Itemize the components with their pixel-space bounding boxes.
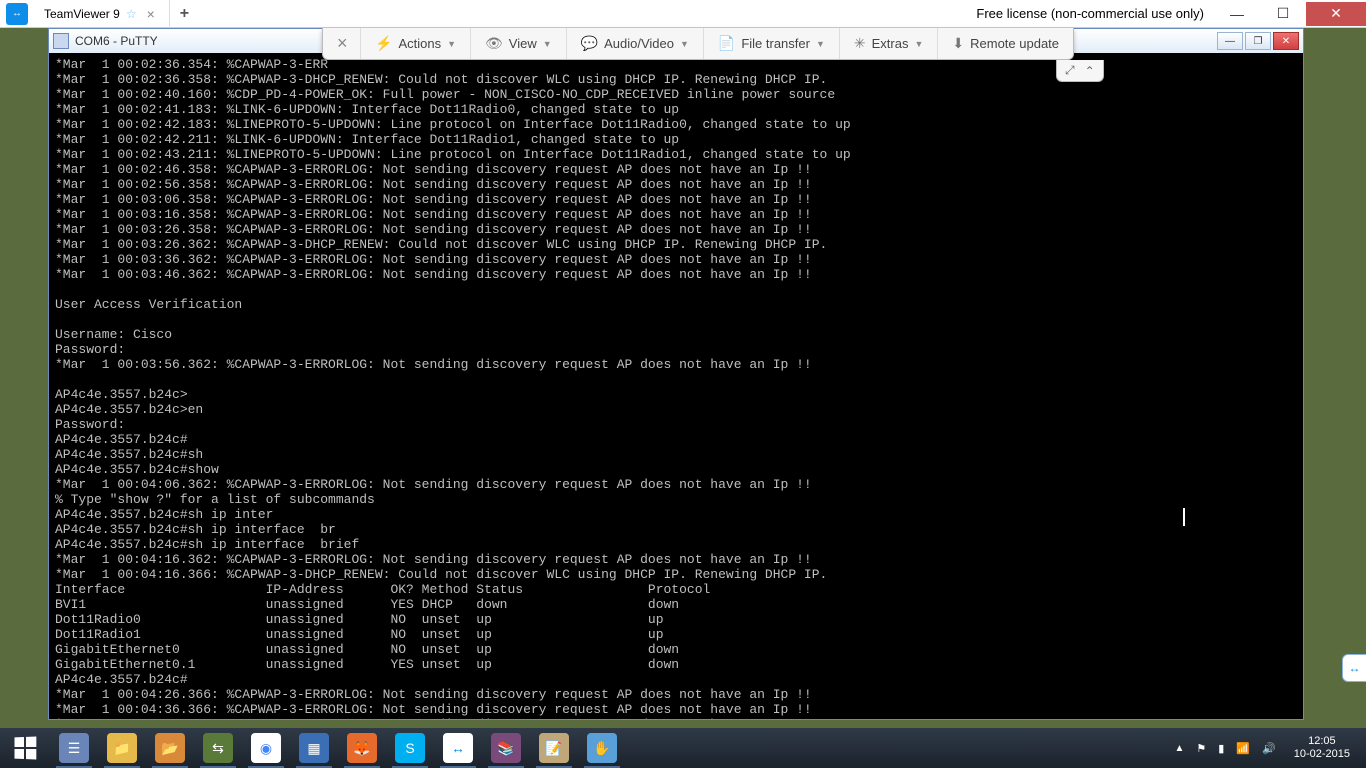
- view-menu[interactable]: 👁View▼: [471, 28, 567, 59]
- putty-minimize-button[interactable]: —: [1217, 32, 1243, 50]
- window-controls: — ☐ ✕: [1214, 2, 1366, 26]
- chevron-down-icon: ▼: [680, 39, 689, 49]
- putty-maximize-button[interactable]: ❐: [1245, 32, 1271, 50]
- taskbar-item[interactable]: 🦊: [338, 728, 386, 768]
- skype-icon: S: [395, 733, 425, 763]
- remoteupdate-button[interactable]: ⬇Remote update: [938, 28, 1073, 59]
- folder-icon: 📂: [155, 733, 185, 763]
- chrome-icon: ◉: [251, 733, 281, 763]
- winrar-icon: 📚: [491, 733, 521, 763]
- tab-title: TeamViewer 9: [44, 7, 120, 21]
- clock-time: 12:05: [1294, 735, 1350, 748]
- taskbar-item[interactable]: 📝: [530, 728, 578, 768]
- system-tray: ▲ ⚑ ▮ 📶 🔊 12:05 10-02-2015: [1164, 735, 1366, 761]
- battery-icon[interactable]: ▮: [1218, 742, 1224, 755]
- toolbar-close-button[interactable]: ×: [323, 28, 361, 59]
- download-icon: ⬇: [952, 35, 964, 52]
- teamviewer-tab[interactable]: TeamViewer 9 ☆ ×: [34, 0, 170, 28]
- putty-taskbar-icon: ☰: [59, 733, 89, 763]
- extras-menu[interactable]: ✳Extras▼: [840, 28, 939, 59]
- network-icon[interactable]: 📶: [1236, 742, 1250, 755]
- minimize-button[interactable]: —: [1214, 2, 1260, 26]
- taskbar-item[interactable]: 📚: [482, 728, 530, 768]
- start-button[interactable]: [0, 728, 50, 768]
- chevron-down-icon: ▼: [447, 39, 456, 49]
- putty-window: COM6 - PuTTY — ❐ ✕ *Mar 1 00:02:36.354: …: [48, 28, 1304, 720]
- chevron-down-icon: ▼: [816, 39, 825, 49]
- actions-menu[interactable]: ⚡Actions▼: [361, 28, 471, 59]
- windows-logo-icon: [15, 737, 37, 760]
- chat-icon: 💬: [581, 35, 598, 52]
- star-icon[interactable]: ☆: [126, 7, 137, 21]
- taskbar-item[interactable]: ⇆: [194, 728, 242, 768]
- firefox-icon: 🦊: [347, 733, 377, 763]
- gear-icon: ✳: [854, 35, 866, 52]
- tab-close-icon[interactable]: ×: [143, 6, 159, 22]
- teamviewer-toolbar: × ⚡Actions▼ 👁View▼ 💬Audio/Video▼ 📄File t…: [322, 28, 1074, 60]
- taskbar: ☰ 📁 📂 ⇆ ◉ ▦ 🦊 S ↔ 📚 📝 ✋ ▲ ⚑ ▮ 📶 🔊 12:05 …: [0, 728, 1366, 768]
- license-note: Free license (non-commercial use only): [976, 6, 1204, 21]
- volume-icon[interactable]: 🔊: [1262, 742, 1276, 755]
- chevron-down-icon: ▼: [543, 39, 552, 49]
- taskbar-item[interactable]: ☰: [50, 728, 98, 768]
- hand-icon: ✋: [587, 733, 617, 763]
- notepad-icon: 📝: [539, 733, 569, 763]
- explorer-icon: 📁: [107, 733, 137, 763]
- taskbar-item[interactable]: ▦: [290, 728, 338, 768]
- fullscreen-icon[interactable]: ⤢: [1065, 63, 1075, 78]
- bolt-icon: ⚡: [375, 35, 392, 52]
- taskbar-clock[interactable]: 12:05 10-02-2015: [1288, 735, 1356, 761]
- maximize-button[interactable]: ☐: [1260, 2, 1306, 26]
- taskbar-item[interactable]: ✋: [578, 728, 626, 768]
- teamviewer-minibar: ⤢ ⌃: [1056, 60, 1104, 82]
- text-cursor-icon: [1183, 508, 1185, 526]
- eye-icon: 👁: [485, 35, 503, 52]
- winscp-icon: ⇆: [203, 733, 233, 763]
- flag-icon[interactable]: ⚑: [1196, 742, 1206, 755]
- close-button[interactable]: ✕: [1306, 2, 1366, 26]
- taskbar-item[interactable]: ↔: [434, 728, 482, 768]
- file-icon: 📄: [718, 35, 735, 52]
- teamviewer-titlebar: ↔ TeamViewer 9 ☆ × + Free license (non-c…: [0, 0, 1366, 28]
- teamviewer-logo-icon: ↔: [6, 3, 28, 25]
- taskbar-item[interactable]: S: [386, 728, 434, 768]
- putty-title: COM6 - PuTTY: [75, 34, 158, 48]
- app-icon: ▦: [299, 733, 329, 763]
- putty-close-button[interactable]: ✕: [1273, 32, 1299, 50]
- terminal-output[interactable]: *Mar 1 00:02:36.354: %CAPWAP-3-ERR *Mar …: [49, 53, 1303, 719]
- add-tab-button[interactable]: +: [170, 5, 199, 23]
- taskbar-item[interactable]: 📁: [98, 728, 146, 768]
- audiovideo-menu[interactable]: 💬Audio/Video▼: [567, 28, 704, 59]
- collapse-icon[interactable]: ⌃: [1085, 64, 1095, 78]
- clock-date: 10-02-2015: [1294, 748, 1350, 761]
- taskbar-item[interactable]: ◉: [242, 728, 290, 768]
- taskbar-item[interactable]: 📂: [146, 728, 194, 768]
- filetransfer-menu[interactable]: 📄File transfer▼: [704, 28, 840, 59]
- putty-icon: [53, 33, 69, 49]
- tray-overflow-icon[interactable]: ▲: [1174, 743, 1184, 754]
- chevron-down-icon: ▼: [914, 39, 923, 49]
- teamviewer-side-badge[interactable]: ↔: [1342, 654, 1366, 682]
- teamviewer-taskbar-icon: ↔: [443, 733, 473, 763]
